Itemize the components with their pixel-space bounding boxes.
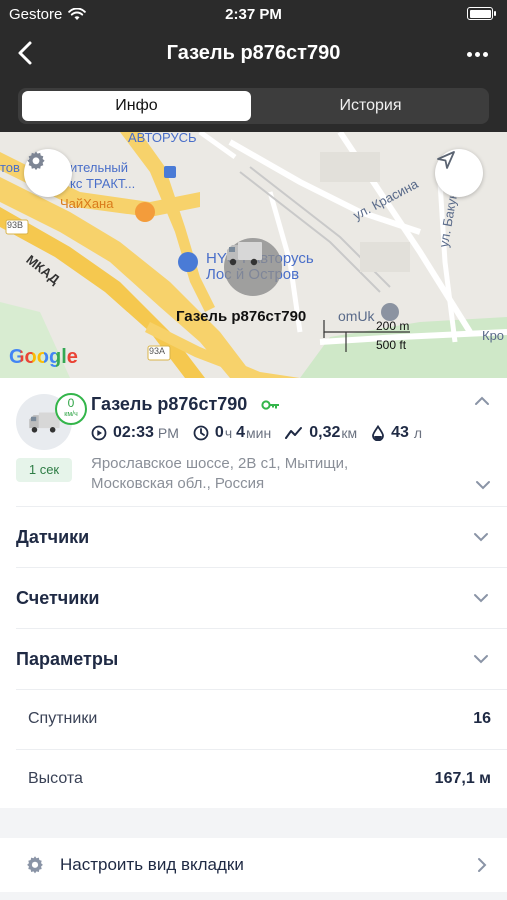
top-bar: Gestore 2:37 PM Газель р876ст790 Инфо Ис… [0, 0, 507, 132]
clock-play-icon [91, 425, 107, 441]
map-label-complex-3: кс ТРАКТ... [70, 176, 136, 191]
trip-distance: 0,32 км [285, 424, 357, 442]
parameter-value: 16 [473, 710, 491, 727]
truck-icon [227, 242, 262, 266]
nav-bar: Газель р876ст790 [0, 32, 507, 76]
map-label-complex-2: ительный [70, 160, 129, 175]
map-label-autorus: АВТОРУСЬ [128, 132, 197, 145]
map-vehicle-label: Газель р876ст790 [176, 308, 307, 325]
vehicle-marker[interactable] [224, 238, 282, 296]
speed-value: 0 [67, 396, 75, 410]
fuel-drop-icon [372, 425, 385, 441]
map-scale: 200 m 500 ft [322, 318, 412, 358]
status-bar: Gestore 2:37 PM [0, 0, 507, 30]
parameter-name: Спутники [28, 710, 98, 727]
gear-icon [27, 151, 45, 171]
map-label-complex-1: тов [0, 160, 20, 175]
tab-switcher: Инфо История [18, 88, 489, 124]
chevron-down-icon[interactable] [475, 480, 491, 490]
map-settings-button[interactable] [24, 149, 72, 197]
chevron-up-icon[interactable] [473, 394, 491, 408]
speed-badge: 0 км/ч [55, 393, 87, 425]
tab-info[interactable]: Инфо [22, 91, 251, 121]
vehicle-address: Ярославское шоссе, 2В с1, Мытищи, Москов… [91, 455, 349, 492]
tab-history[interactable]: История [256, 91, 485, 121]
fuel-level: 43 л [371, 424, 422, 442]
parameter-name: Высота [28, 770, 83, 787]
last-message-time: 02:33 PM [91, 424, 179, 442]
back-icon[interactable] [12, 38, 42, 68]
gear-icon [27, 856, 43, 874]
clock-icon [193, 425, 209, 441]
vehicle-stats: 02:33 PM 0 ч 4 мин 0,32 км 43 л [91, 424, 436, 442]
chevron-down-icon [474, 533, 488, 542]
navigation-arrow-icon [437, 151, 455, 169]
scale-imperial: 500 ft [376, 338, 407, 352]
chevron-right-icon [478, 858, 487, 872]
section-title: Счетчики [16, 588, 100, 608]
key-icon [261, 400, 279, 410]
section-counters[interactable]: Счетчики [16, 567, 507, 628]
section-sensors[interactable]: Датчики [16, 506, 507, 567]
map-label-93b: 93В [7, 220, 24, 230]
google-logo: Google [9, 346, 78, 368]
battery-icon [467, 7, 496, 20]
route-icon [285, 427, 303, 439]
customize-tab-button[interactable]: Настроить вид вкладки [0, 838, 507, 892]
speed-unit: км/ч [64, 411, 78, 418]
section-title: Параметры [16, 649, 119, 669]
status-time: 2:37 PM [225, 6, 282, 23]
map-label-kro: Кро [482, 328, 505, 343]
more-icon[interactable] [463, 40, 491, 68]
parameter-value: 167,1 м [434, 770, 491, 787]
vehicle-info-panel: 0 км/ч 1 сек Газель р876ст790 02:33 PM 0… [0, 378, 507, 808]
section-parameters[interactable]: Параметры [16, 628, 507, 689]
vehicle-name: Газель р876ст790 [91, 394, 248, 414]
section-title: Датчики [16, 527, 90, 547]
chevron-down-icon [474, 594, 488, 603]
map-view[interactable]: АВТОРУСЬ тов ительный кс ТРАКТ... ЧайХан… [0, 132, 507, 378]
page-title: Газель р876ст790 [166, 42, 341, 64]
chevron-down-icon [474, 655, 488, 664]
customize-tab-label: Настроить вид вкладки [60, 855, 244, 874]
scale-metric: 200 m [376, 319, 410, 333]
locate-button[interactable] [435, 149, 483, 197]
data-age-badge: 1 сек [16, 458, 72, 482]
map-label-chaihana: ЧайХана [60, 196, 114, 211]
trip-duration: 0 ч 4 мин [193, 424, 271, 442]
parameter-row-altitude: Высота 167,1 м [16, 749, 507, 809]
parameter-row-satellites: Спутники 16 [16, 689, 507, 749]
vehicle-summary[interactable]: 0 км/ч 1 сек Газель р876ст790 02:33 PM 0… [0, 378, 507, 506]
map-label-93a: 93А [149, 346, 166, 356]
